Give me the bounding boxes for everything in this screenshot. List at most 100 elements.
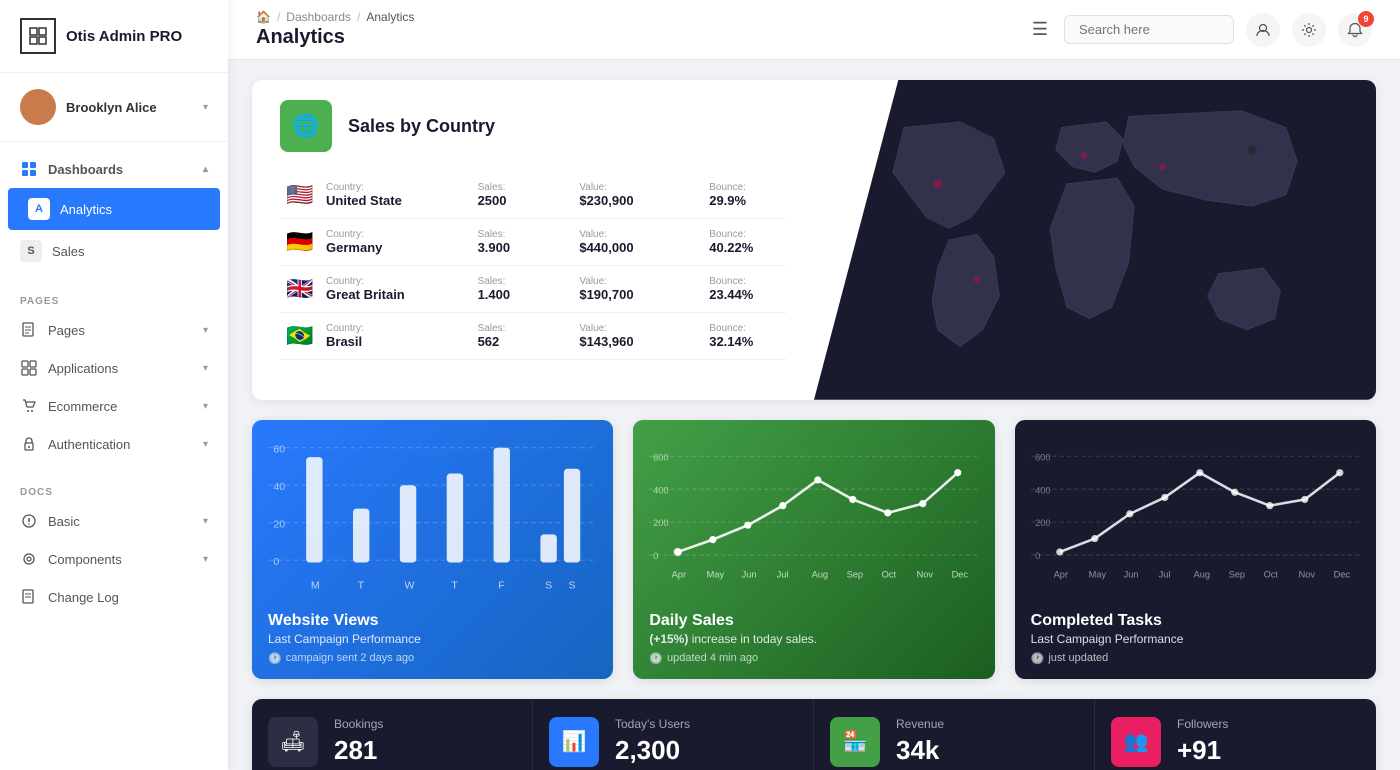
svg-text:200: 200 — [1035, 518, 1050, 528]
sidebar-item-changelog[interactable]: Change Log — [0, 578, 228, 616]
sidebar-item-basic[interactable]: Basic ▾ — [0, 502, 228, 540]
pages-label: Pages — [48, 323, 193, 338]
svg-text:60: 60 — [273, 443, 285, 455]
authentication-icon — [20, 435, 38, 453]
users-icon-cell: 📊 — [533, 699, 615, 770]
sidebar-item-applications[interactable]: Applications ▾ — [0, 349, 228, 387]
daily-sales-info: Daily Sales (+15%) increase in today sal… — [633, 600, 994, 679]
svg-text:Aug: Aug — [1193, 569, 1209, 579]
website-views-chart: 60 40 20 0 M T — [252, 420, 613, 600]
daily-sales-subtitle: (+15%) increase in today sales. — [649, 632, 978, 646]
sidebar-item-sales[interactable]: S Sales — [0, 230, 228, 272]
breadcrumb-sep-1: / — [277, 10, 280, 24]
bounce-value: 23.44% — [709, 287, 780, 302]
value-col-label: Value: — [579, 276, 663, 287]
revenue-stat: Revenue 34k — [896, 699, 1095, 770]
revenue-icon-cell: 🏪 — [814, 699, 896, 770]
sales-badge: S — [20, 240, 42, 262]
revenue-value: 34k — [896, 735, 1074, 766]
country-name: Brasil — [326, 334, 432, 349]
daily-sales-footer-text: updated 4 min ago — [667, 652, 758, 664]
revenue-icon: 🏪 — [830, 717, 880, 767]
website-views-card: 60 40 20 0 M T — [252, 420, 613, 679]
stats-row: 🛋 Bookings 281 📊 Today's Users 2,300 🏪 R… — [252, 699, 1376, 770]
website-views-title: Website Views — [268, 612, 597, 630]
country-name: Great Britain — [326, 287, 432, 302]
sidebar-item-authentication[interactable]: Authentication ▾ — [0, 425, 228, 463]
svg-text:M: M — [311, 579, 320, 591]
daily-sales-card: 600 400 200 0 — [633, 420, 994, 679]
svg-text:Apr: Apr — [1053, 569, 1067, 579]
svg-text:May: May — [1088, 569, 1106, 579]
daily-sales-chart: 600 400 200 0 — [633, 420, 994, 600]
sidebar-item-dashboards[interactable]: Dashboards ▴ — [0, 150, 228, 188]
users-value: 2,300 — [615, 735, 793, 766]
svg-text:600: 600 — [653, 452, 668, 462]
website-views-subtitle: Last Campaign Performance — [268, 632, 597, 646]
svg-text:T: T — [451, 579, 458, 591]
auth-chevron: ▾ — [203, 439, 208, 450]
breadcrumb-sep-2: / — [357, 10, 360, 24]
sidebar-item-ecommerce[interactable]: Ecommerce ▾ — [0, 387, 228, 425]
sales-col-label: Sales: — [478, 323, 534, 334]
sales-dollar-value: $230,900 — [579, 193, 663, 208]
content-area: 🌐 Sales by Country 🇺🇸 Country: United St… — [228, 60, 1400, 770]
sales-value: 1.400 — [478, 287, 534, 302]
ecommerce-chevron: ▾ — [203, 401, 208, 412]
globe-icon: 🌐 — [280, 100, 332, 152]
bookings-stat: Bookings 281 — [334, 699, 533, 770]
settings-button[interactable] — [1292, 13, 1326, 47]
profile-button[interactable] — [1246, 13, 1280, 47]
analytics-label: Analytics — [60, 202, 200, 217]
sidebar-item-components[interactable]: Components ▾ — [0, 540, 228, 578]
basic-icon — [20, 512, 38, 530]
daily-sales-title: Daily Sales — [649, 612, 978, 630]
country-name: Germany — [326, 240, 432, 255]
completed-tasks-card: 600 400 200 0 — [1015, 420, 1376, 679]
svg-text:Sep: Sep — [847, 569, 863, 579]
bounce-col-label: Bounce: — [709, 323, 780, 334]
charts-row: 60 40 20 0 M T — [252, 420, 1376, 679]
chevron-up-icon: ▴ — [203, 164, 208, 175]
website-views-footer-text: campaign sent 2 days ago — [286, 652, 414, 664]
bounce-col-label: Bounce: — [709, 229, 780, 240]
sales-dollar-value: $440,000 — [579, 240, 663, 255]
bookings-icon-cell: 🛋 — [252, 699, 334, 770]
bounce-value: 32.14% — [709, 334, 780, 349]
completed-tasks-footer-text: just updated — [1048, 652, 1108, 664]
bounce-value: 40.22% — [709, 240, 780, 255]
daily-sales-footer: 🕐 updated 4 min ago — [649, 652, 978, 665]
sales-col-label: Sales: — [478, 276, 534, 287]
svg-text:Oct: Oct — [1263, 569, 1278, 579]
table-row: 🇺🇸 Country: United State Sales: 2500 Val… — [280, 172, 786, 219]
svg-text:May: May — [707, 569, 725, 579]
svg-text:Nov: Nov — [1298, 569, 1315, 579]
pages-chevron: ▾ — [203, 325, 208, 336]
pages-icon — [20, 321, 38, 339]
svg-text:600: 600 — [1035, 452, 1050, 462]
followers-label: Followers — [1177, 717, 1356, 731]
country-col-label: Country: — [326, 182, 432, 193]
users-label: Today's Users — [615, 717, 793, 731]
breadcrumb-dashboards[interactable]: Dashboards — [286, 10, 351, 24]
sidebar-item-analytics[interactable]: A Analytics — [8, 188, 220, 230]
changelog-icon — [20, 588, 38, 606]
svg-text:40: 40 — [273, 481, 285, 493]
bounce-value: 29.9% — [709, 193, 780, 208]
sidebar-item-pages[interactable]: Pages ▾ — [0, 311, 228, 349]
search-input[interactable] — [1064, 15, 1234, 44]
svg-text:Sep: Sep — [1228, 569, 1244, 579]
avatar — [20, 89, 56, 125]
menu-icon[interactable]: ☰ — [1032, 19, 1048, 40]
notifications-button[interactable]: 9 — [1338, 13, 1372, 47]
sales-value: 562 — [478, 334, 534, 349]
svg-text:S: S — [545, 579, 552, 591]
ecommerce-icon — [20, 397, 38, 415]
home-icon[interactable]: 🏠 — [256, 10, 271, 24]
users-icon: 📊 — [549, 717, 599, 767]
daily-sales-sub-text: increase in today sales. — [688, 632, 817, 646]
svg-text:Jun: Jun — [1123, 569, 1138, 579]
components-label: Components — [48, 552, 193, 567]
sales-by-country-card: 🌐 Sales by Country 🇺🇸 Country: United St… — [252, 80, 1376, 400]
user-profile[interactable]: Brooklyn Alice ▾ — [0, 73, 228, 142]
